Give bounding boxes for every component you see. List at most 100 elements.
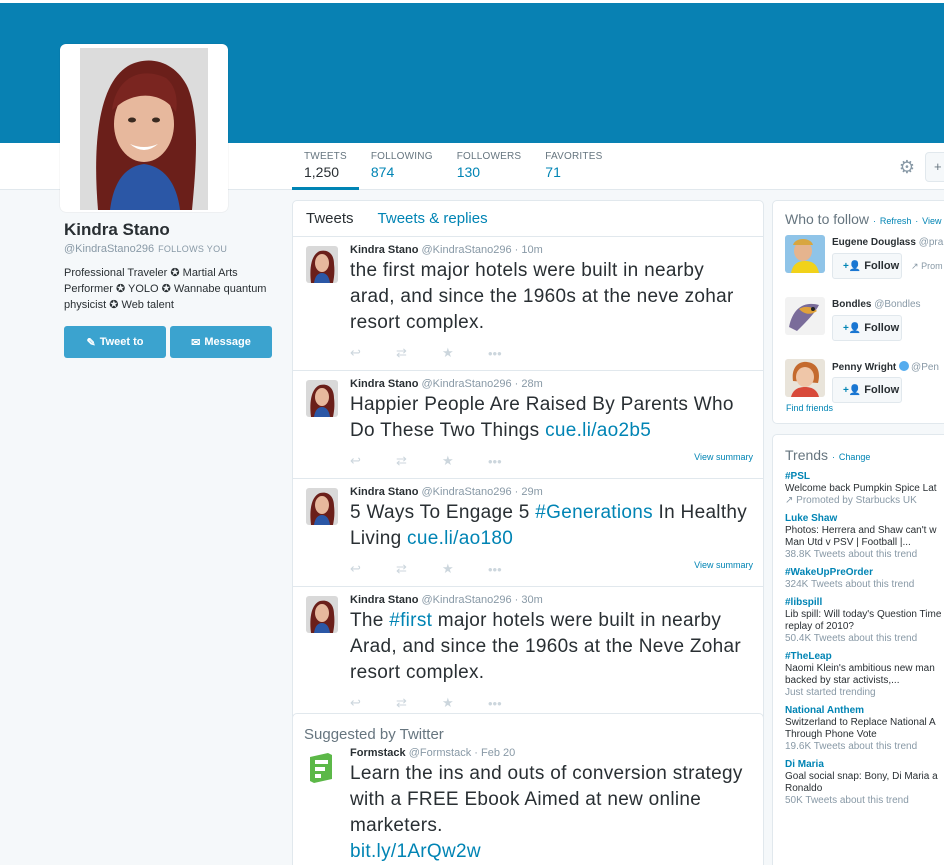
stat-value: 1,250 [304, 164, 340, 180]
retweet-icon[interactable]: ⇄ [396, 561, 442, 577]
promoted-tweet[interactable]: Formstack @Formstack · Feb 20 Learn the … [293, 743, 763, 865]
tweet-author[interactable]: Formstack [350, 747, 406, 759]
stat-following[interactable]: FOLLOWING 874 [359, 143, 445, 190]
trend-name[interactable]: #TheLeap [785, 651, 944, 663]
tweet-text-pre: The [350, 610, 390, 631]
suggested-title: Suggested by Twitter [304, 726, 444, 743]
trend-item[interactable]: Luke Shaw Photos: Herrera and Shaw can't… [785, 513, 944, 561]
profile-card: Kindra Stano @KindraStano296 FOLLOWS YOU … [64, 220, 279, 358]
follow-user-button[interactable]: + [925, 152, 944, 182]
tweet-link[interactable]: cue.li/ao2b5 [545, 420, 651, 441]
gear-icon[interactable]: ⚙ [897, 157, 917, 177]
tweet-author[interactable]: Kindra Stano [350, 378, 418, 390]
tweet-meta: Kindra Stano @KindraStano296 · 10m [350, 244, 543, 256]
favorite-icon[interactable]: ★ [442, 695, 488, 711]
find-friends-link[interactable]: Find friends [786, 403, 833, 413]
user-name[interactable]: Penny Wright [832, 362, 896, 373]
user-avatar[interactable] [785, 235, 825, 273]
tweet-avatar[interactable] [306, 596, 338, 633]
retweet-icon[interactable]: ⇄ [396, 345, 442, 361]
user-name[interactable]: Bondles [832, 299, 871, 310]
profile-handle[interactable]: @KindraStano296 [64, 243, 154, 255]
trend-name[interactable]: #libspill [785, 597, 944, 609]
retweet-icon[interactable]: ⇄ [396, 453, 442, 469]
user-handle: @Bondles [874, 299, 921, 310]
tweet-to-button[interactable]: ✎ Tweet to [64, 326, 166, 358]
trend-item[interactable]: Di Maria Goal social snap: Bony, Di Mari… [785, 759, 944, 807]
tweet-hashtag[interactable]: #Generations [535, 502, 653, 523]
trend-item[interactable]: #TheLeap Naomi Klein's ambitious new man… [785, 651, 944, 699]
reply-icon[interactable]: ↩ [350, 561, 396, 577]
more-icon[interactable]: ••• [488, 562, 534, 577]
tweet-item[interactable]: Kindra Stano @KindraStano296 · 30m The #… [293, 587, 763, 720]
tweet-meta: Kindra Stano @KindraStano296 · 30m [350, 594, 543, 606]
refresh-link[interactable]: Refresh [880, 216, 912, 226]
tweet-item[interactable]: Kindra Stano @KindraStano296 · 10m the f… [293, 237, 763, 371]
favorite-icon[interactable]: ★ [442, 345, 488, 361]
change-trends-link[interactable]: Change [839, 452, 871, 462]
tweet-author[interactable]: Kindra Stano [350, 486, 418, 498]
stat-value: 130 [456, 164, 481, 180]
trend-name[interactable]: #WakeUpPreOrder [785, 567, 944, 579]
reply-icon[interactable]: ↩ [350, 695, 396, 711]
more-icon[interactable]: ••• [488, 696, 534, 711]
favorite-icon[interactable]: ★ [442, 453, 488, 469]
user-avatar[interactable] [785, 359, 825, 397]
tweet-time[interactable]: Feb 20 [481, 747, 515, 759]
trend-item[interactable]: #libspill Lib spill: Will today's Questi… [785, 597, 944, 645]
favorite-icon[interactable]: ★ [442, 561, 488, 577]
trend-description: Lib spill: Will today's Question Time [785, 609, 942, 620]
tweet-time[interactable]: 30m [521, 594, 542, 606]
stat-label: FOLLOWING [370, 151, 433, 162]
user-name[interactable]: Eugene Douglass [832, 237, 916, 248]
tweet-avatar[interactable] [306, 246, 338, 283]
profile-handle-row: @KindraStano296 FOLLOWS YOU [64, 243, 279, 255]
more-icon[interactable]: ••• [488, 454, 534, 469]
user-avatar[interactable] [785, 297, 825, 335]
tweet-author[interactable]: Kindra Stano [350, 244, 418, 256]
follow-label: Follow [864, 322, 900, 334]
trend-name[interactable]: #PSL [785, 471, 944, 483]
stat-tweets[interactable]: TWEETS 1,250 [292, 143, 359, 190]
stat-favorites[interactable]: FAVORITES 71 [533, 143, 614, 190]
stat-followers[interactable]: FOLLOWERS 130 [445, 143, 534, 190]
tweet-hashtag[interactable]: #first [389, 610, 432, 631]
tab-tweets[interactable]: Tweets [306, 210, 354, 227]
tweet-item[interactable]: Kindra Stano @KindraStano296 · 28m Happi… [293, 371, 763, 479]
tweet-item[interactable]: Kindra Stano @KindraStano296 · 29m 5 Way… [293, 479, 763, 587]
tweet-link[interactable]: cue.li/ao180 [407, 528, 513, 549]
trend-name[interactable]: Di Maria [785, 759, 944, 771]
wtf-separator: · [872, 216, 876, 226]
tweet-time[interactable]: 10m [521, 244, 542, 256]
follow-button[interactable]: +👤 Follow [832, 377, 902, 403]
profile-name[interactable]: Kindra Stano [64, 220, 279, 240]
trend-item[interactable]: National Anthem Switzerland to Replace N… [785, 705, 944, 753]
tweet-author[interactable]: Kindra Stano [350, 594, 418, 606]
trend-count: Promoted by Starbucks UK [796, 495, 917, 506]
trend-item[interactable]: #WakeUpPreOrder 324K Tweets about this t… [785, 567, 944, 591]
timeline-tabs: Tweets Tweets & replies [293, 201, 763, 237]
trend-item[interactable]: #PSL Welcome back Pumpkin Spice Lat ↗ Pr… [785, 471, 944, 507]
view-summary-link[interactable]: View summary [694, 452, 753, 462]
reply-icon[interactable]: ↩ [350, 345, 396, 361]
tweet-time[interactable]: 28m [521, 378, 542, 390]
follow-button[interactable]: +👤 Follow [832, 253, 902, 279]
trend-name[interactable]: Luke Shaw [785, 513, 944, 525]
view-summary-link[interactable]: View summary [694, 560, 753, 570]
profile-avatar[interactable] [60, 44, 228, 212]
trend-name[interactable]: National Anthem [785, 705, 944, 717]
view-all-link[interactable]: View [922, 216, 941, 226]
tweet-avatar[interactable] [306, 488, 338, 525]
reply-icon[interactable]: ↩ [350, 453, 396, 469]
formstack-logo-icon[interactable] [306, 749, 338, 786]
tweet-avatar[interactable] [306, 380, 338, 417]
tab-tweets-replies[interactable]: Tweets & replies [378, 210, 488, 227]
tweet-time[interactable]: 29m [521, 486, 542, 498]
compose-icon: ✎ [86, 336, 96, 349]
follow-button[interactable]: +👤 Follow [832, 315, 902, 341]
retweet-icon[interactable]: ⇄ [396, 695, 442, 711]
message-button[interactable]: ✉ Message [170, 326, 272, 358]
user-name-row: Eugene Douglass @pra [832, 237, 943, 248]
more-icon[interactable]: ••• [488, 346, 534, 361]
tweet-link[interactable]: bit.ly/1ArQw2w [350, 841, 481, 862]
